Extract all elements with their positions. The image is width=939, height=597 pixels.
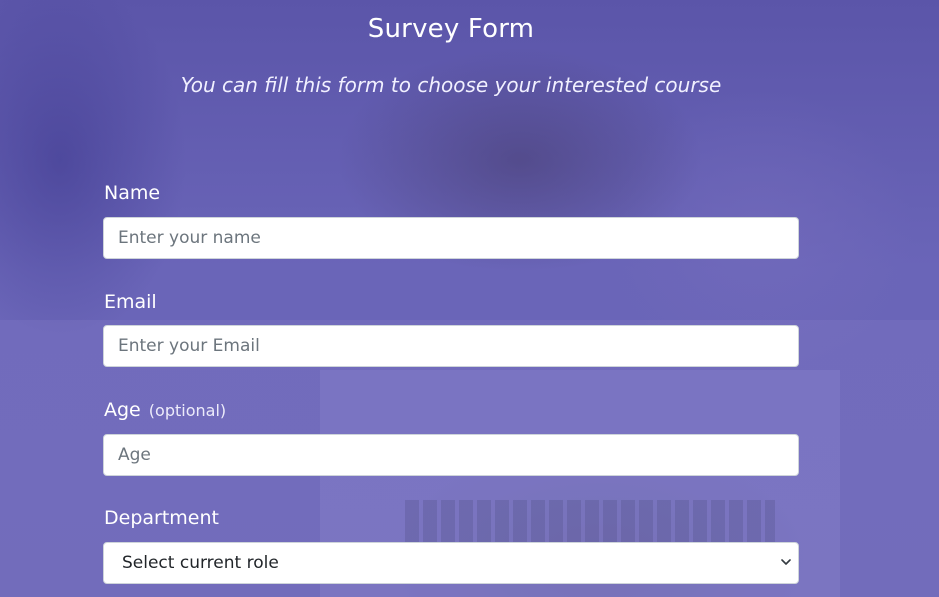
chevron-down-icon [781, 559, 791, 565]
email-input[interactable] [103, 325, 799, 367]
name-label: Name [104, 182, 161, 204]
optional-hint: (optional) [148, 401, 227, 420]
department-label: Department [104, 507, 219, 529]
email-label: Email [104, 291, 157, 313]
department-selected-value: Select current role [122, 553, 279, 573]
department-select[interactable]: Select current role [103, 542, 799, 584]
age-label-group: Age (optional) [104, 399, 226, 421]
page-title: Survey Form [367, 14, 535, 44]
name-input[interactable] [103, 217, 799, 259]
page-description: You can fill this form to choose your in… [180, 73, 722, 97]
age-input[interactable] [103, 434, 799, 476]
age-label: Age [104, 399, 141, 421]
